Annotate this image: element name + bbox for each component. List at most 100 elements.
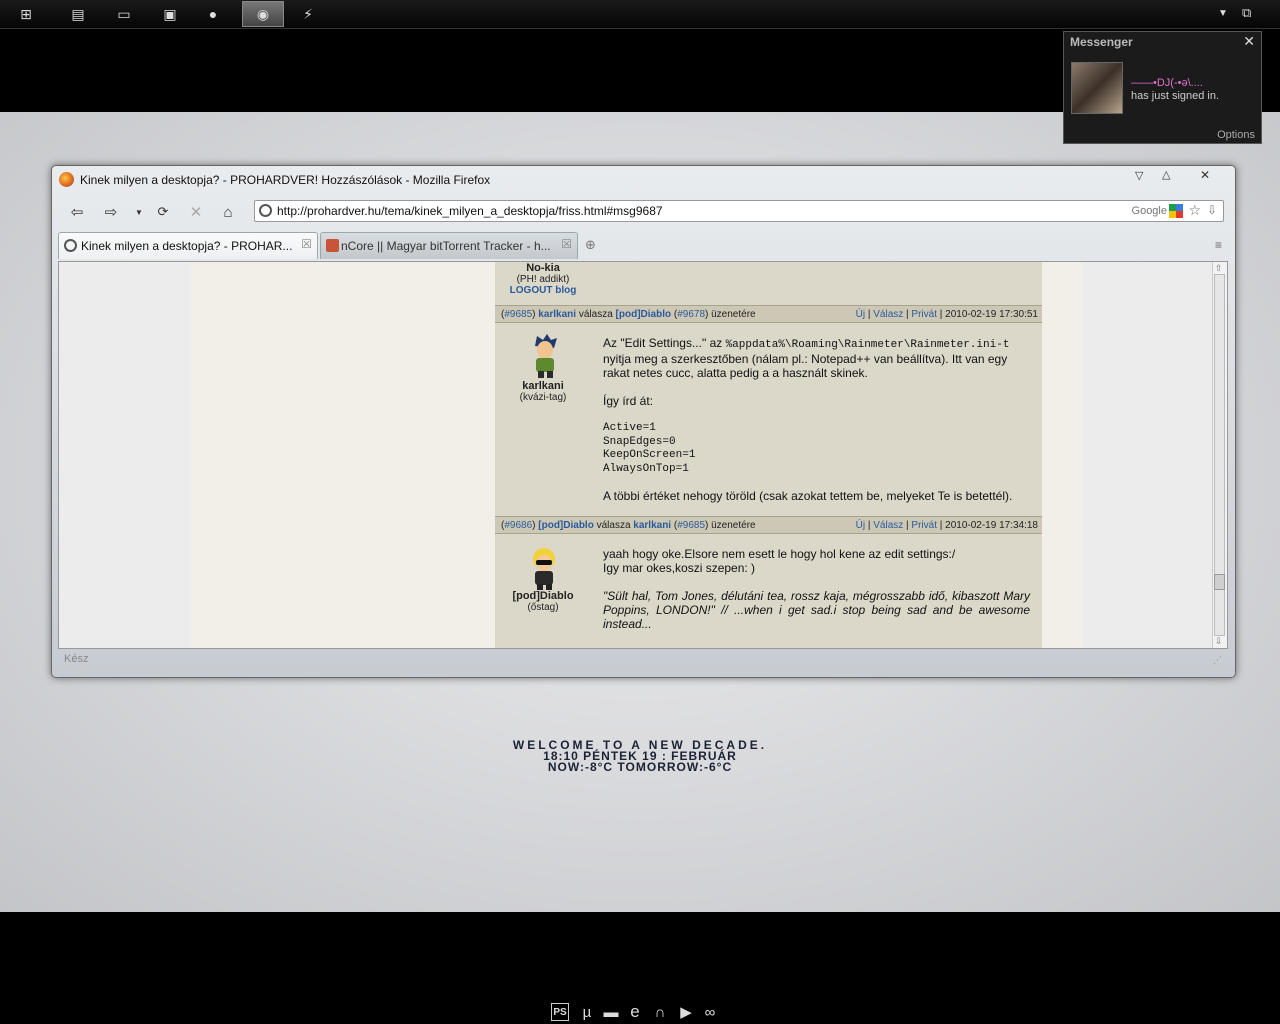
download-icon[interactable]: ⇩ xyxy=(1207,203,1217,217)
minimize-icon[interactable]: ▽ xyxy=(1135,169,1143,182)
main-column: No-kia (PH! addikt) LOGOUT blog (#9685) … xyxy=(191,262,1084,648)
reply-link[interactable]: Válasz xyxy=(873,520,903,531)
reply-to-link[interactable]: [pod]Diablo xyxy=(616,309,672,320)
play-icon[interactable]: ▶ xyxy=(676,1002,696,1022)
site-icon xyxy=(64,239,77,252)
code-line: Active=1 xyxy=(603,422,656,434)
author-name[interactable]: No-kia xyxy=(495,262,591,274)
windows-logo-icon[interactable]: ⊞ xyxy=(6,1,46,27)
headphones-icon[interactable]: ∩ xyxy=(650,1002,670,1022)
photoshop-icon[interactable]: PS xyxy=(551,1003,569,1021)
karlkani-avatar xyxy=(535,334,557,378)
post-text: nyitja meg a szerkesztőben (nálam pl.: N… xyxy=(603,352,1008,380)
back-icon[interactable]: ⇦ xyxy=(66,201,88,223)
navigation-toolbar: ⇦ ⇨ ▼ ⟳ ✕ ⌂ http://prohardver.hu/tema/ki… xyxy=(58,199,1226,225)
post-text: Így írd át: xyxy=(603,394,654,408)
post-date: 2010-02-19 17:34:18 xyxy=(945,520,1038,531)
private-link[interactable]: Privát xyxy=(911,520,937,531)
vertical-scrollbar[interactable]: ⇧ ⇩ xyxy=(1212,262,1227,648)
messenger-notification[interactable]: Messenger ✕ ——•DJ(-•ə\.... has just sign… xyxy=(1063,31,1262,144)
lightning-icon[interactable]: ⚡ xyxy=(288,1,328,27)
maximize-icon[interactable]: △ xyxy=(1162,168,1170,181)
tab-bar: Kinek milyen a desktopja? - PROHAR... ☒ … xyxy=(58,232,1226,260)
google-toolbar-icon[interactable] xyxy=(1169,204,1183,218)
folder-icon[interactable]: ▬ xyxy=(601,1002,621,1022)
tab-ncore[interactable]: nCore || Magyar bitTorrent Tracker - h..… xyxy=(320,232,578,259)
tab-prohardver[interactable]: Kinek milyen a desktopja? - PROHAR... ☒ xyxy=(58,232,318,259)
new-link[interactable]: Új xyxy=(856,520,865,531)
reload-icon[interactable]: ⟳ xyxy=(152,201,174,223)
bookmark-star-icon[interactable]: ☆ xyxy=(1188,202,1201,219)
post-author: [pod]Diablo (őstag) xyxy=(495,590,591,613)
reply-suffix: üzenetére xyxy=(711,309,756,320)
tab-close-icon[interactable]: ☒ xyxy=(561,237,572,251)
code-block: Active=1 SnapEdges=0 KeepOnScreen=1 Alwa… xyxy=(603,422,1030,476)
tab-list-icon[interactable]: ≡ xyxy=(1215,238,1222,252)
url-bar[interactable]: http://prohardver.hu/tema/kinek_milyen_a… xyxy=(254,200,1224,222)
url-text[interactable]: http://prohardver.hu/tema/kinek_milyen_a… xyxy=(277,204,663,218)
post-text: Az "Edit Settings..." az xyxy=(603,336,726,350)
home-icon[interactable]: ⌂ xyxy=(217,201,239,223)
firefox-window: Kinek milyen a desktopja? - PROHARDVER! … xyxy=(51,165,1236,678)
title-bar[interactable]: Kinek milyen a desktopja? - PROHARDVER! … xyxy=(52,166,1235,194)
library-icon[interactable]: ▤ xyxy=(58,1,98,27)
post-date: 2010-02-19 17:30:51 xyxy=(945,309,1038,320)
stop-icon[interactable]: ✕ xyxy=(185,201,207,223)
post-text: A többi értéket nehogy töröld (csak azok… xyxy=(603,489,1013,503)
status-bar: Kész ⋰ xyxy=(58,651,1228,671)
post-number-link[interactable]: #9685 xyxy=(504,309,532,320)
post-text: yaah hogy oke.Elsore nem esett le hogy h… xyxy=(603,547,956,561)
page-content: No-kia (PH! addikt) LOGOUT blog (#9685) … xyxy=(58,261,1228,649)
reply-to-link[interactable]: karlkani xyxy=(633,520,671,531)
options-link[interactable]: Options xyxy=(1217,129,1255,141)
reply-number-link[interactable]: #9685 xyxy=(677,520,705,531)
signature: "Sült hal, Tom Jones, délutáni tea, ross… xyxy=(603,589,1030,631)
site-identity-icon[interactable] xyxy=(259,204,272,217)
reply-number-link[interactable]: #9678 xyxy=(677,309,705,320)
code-line: AlwaysOnTop=1 xyxy=(603,462,689,475)
post-text: Igy mar okes,koszi szepen: ) xyxy=(603,561,756,575)
author-link[interactable]: karlkani xyxy=(538,309,576,320)
weather-text: NOW:-8°C TOMORROW:-6°C xyxy=(547,760,733,774)
messenger-title: Messenger xyxy=(1070,35,1133,49)
post-header: (#9685) karlkani válasza [pod]Diablo (#9… xyxy=(495,305,1042,323)
post-author: karlkani (kvázi-tag) xyxy=(495,380,591,403)
contact-name: ——•DJ(-•ə\.... xyxy=(1131,77,1203,89)
search-engine-label[interactable]: Google xyxy=(1132,205,1167,217)
reply-word: válasza xyxy=(596,520,631,531)
close-icon[interactable]: ✕ xyxy=(1243,33,1255,50)
folder-icon[interactable]: ▭ xyxy=(104,1,144,27)
logout-blog-link[interactable]: LOGOUT blog xyxy=(510,285,577,296)
computer-icon[interactable]: ▣ xyxy=(150,1,190,27)
reply-suffix: üzenetére xyxy=(711,520,756,531)
infinity-icon[interactable]: ∞ xyxy=(700,1002,720,1022)
resize-grip-icon[interactable]: ⋰ xyxy=(1213,655,1222,666)
utorrent-icon[interactable]: µ xyxy=(577,1002,597,1022)
scroll-down-icon[interactable]: ⇩ xyxy=(1215,636,1223,647)
scroll-thumb[interactable] xyxy=(1214,574,1225,590)
new-link[interactable]: Új xyxy=(856,309,865,320)
status-text: has just signed in. xyxy=(1131,90,1220,102)
post-number-link[interactable]: #9686 xyxy=(504,520,532,531)
tab-close-icon[interactable]: ☒ xyxy=(301,237,312,251)
author-name[interactable]: [pod]Diablo xyxy=(495,590,591,602)
author-link[interactable]: [pod]Diablo xyxy=(538,520,594,531)
author-name[interactable]: karlkani xyxy=(495,380,591,392)
close-icon[interactable]: ✕ xyxy=(1200,168,1210,182)
internet-explorer-icon[interactable]: e xyxy=(625,1002,645,1022)
reply-link[interactable]: Válasz xyxy=(873,309,903,320)
post-header: (#9686) [pod]Diablo válasza karlkani (#9… xyxy=(495,516,1042,534)
show-desktop-icon[interactable]: ⧉ xyxy=(1242,5,1251,21)
media-player-icon[interactable]: ◉ xyxy=(242,1,284,27)
scroll-up-icon[interactable]: ⇧ xyxy=(1215,263,1223,274)
private-link[interactable]: Privát xyxy=(911,309,937,320)
forward-icon[interactable]: ⇨ xyxy=(100,201,122,223)
right-column xyxy=(1083,262,1215,648)
diablo-avatar xyxy=(533,548,555,590)
dropdown-arrow-icon[interactable]: ▼ xyxy=(1218,8,1228,19)
user-icon[interactable]: ● xyxy=(193,1,233,27)
history-dropdown-icon[interactable]: ▼ xyxy=(128,201,150,223)
tab-label: Kinek milyen a desktopja? - PROHAR... xyxy=(81,239,293,253)
new-tab-icon[interactable]: ⊕ xyxy=(585,237,596,253)
post-body: yaah hogy oke.Elsore nem esett le hogy h… xyxy=(603,547,1030,631)
